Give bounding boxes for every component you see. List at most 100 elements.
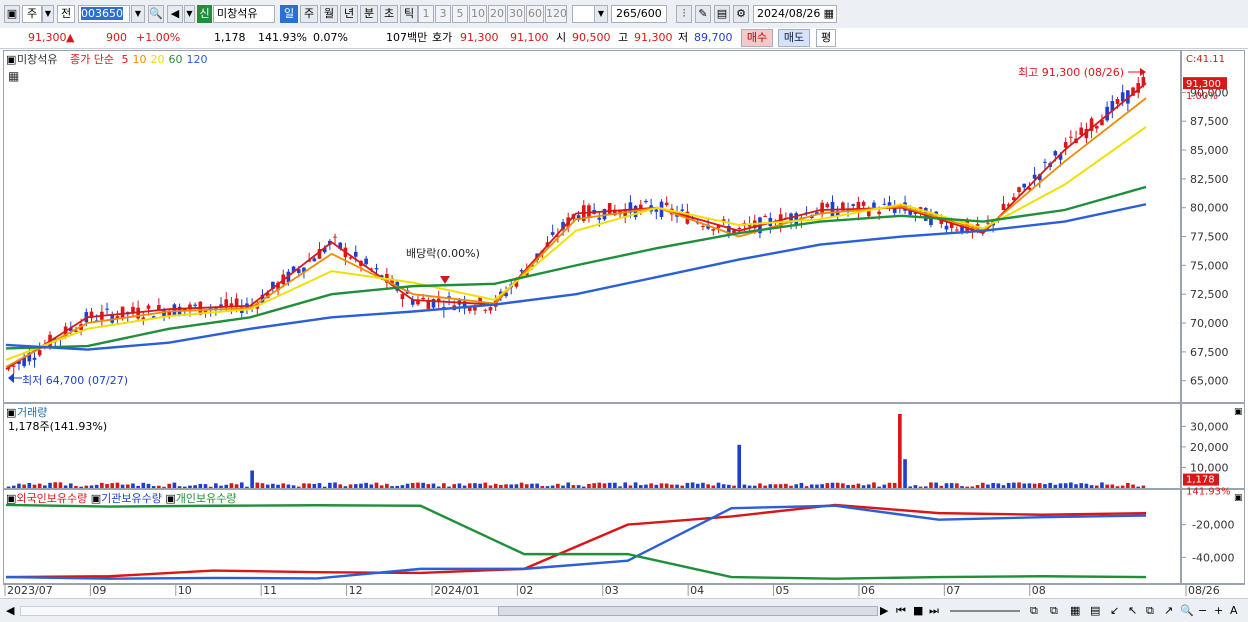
volume-bar — [447, 486, 451, 488]
candle-body — [644, 200, 648, 203]
minus-icon[interactable]: − — [1198, 604, 1207, 617]
volume-bar — [960, 486, 964, 488]
ma-line-60 — [5, 185, 1147, 350]
volume-bar — [400, 485, 405, 488]
candle-body — [1069, 136, 1073, 138]
volume-bar — [695, 483, 700, 488]
volume-bar — [390, 486, 394, 488]
layout-icon[interactable]: ⧉ — [1146, 604, 1154, 617]
volume-bar — [53, 482, 58, 488]
volume-bar — [903, 459, 907, 488]
volume-bar — [203, 484, 208, 488]
volume-bar — [758, 483, 762, 488]
volume-bar — [255, 482, 260, 488]
volume-bar — [193, 485, 197, 488]
volume-bar — [271, 483, 275, 488]
volume-tick-label: 10,000 — [1190, 461, 1229, 474]
x-axis-label: 06 — [861, 584, 875, 597]
volume-bar — [975, 485, 980, 488]
volume-bar — [488, 485, 493, 488]
volume-bar — [1131, 484, 1135, 488]
candle-body — [866, 211, 871, 217]
volume-bar — [918, 486, 923, 488]
candle-body — [353, 251, 358, 257]
volume-bar — [872, 482, 876, 488]
volume-bar — [711, 485, 716, 488]
layout-icon[interactable]: ⧉ — [1030, 604, 1038, 617]
volume-bar — [685, 482, 690, 488]
volume-bar — [908, 486, 913, 488]
candle-body — [120, 306, 125, 318]
grid-icon[interactable]: ▤ — [1090, 604, 1100, 617]
volume-bar — [623, 482, 628, 488]
candle-body — [32, 357, 37, 360]
volume-bar — [1069, 482, 1073, 488]
line-tool-icon[interactable]: ↙ — [1110, 604, 1119, 617]
volume-bar — [561, 485, 565, 488]
volume-bar — [965, 486, 970, 488]
last-icon[interactable]: ⏭ — [929, 604, 939, 617]
candle-body — [664, 202, 669, 206]
volume-bar — [105, 484, 109, 488]
volume-bar — [664, 483, 669, 488]
volume-bar — [157, 485, 161, 488]
arrow-icon[interactable]: ↗ — [1164, 604, 1173, 617]
volume-bar — [234, 484, 239, 488]
zoom-slider[interactable] — [950, 610, 1020, 612]
plus-icon[interactable]: + — [1214, 604, 1223, 617]
candle-body — [851, 204, 856, 206]
volume-bar — [410, 482, 415, 488]
volume-bar — [1063, 483, 1068, 488]
candle-body — [473, 307, 477, 311]
volume-bar — [690, 482, 695, 488]
layout-icon[interactable]: ⧉ — [1050, 604, 1058, 617]
volume-bar — [442, 483, 446, 488]
volume-bar — [110, 483, 115, 488]
volume-bar — [182, 486, 187, 488]
x-axis-label: 10 — [178, 584, 192, 597]
volume-bar — [809, 484, 814, 488]
candle-body — [597, 217, 602, 220]
candle-body — [1001, 203, 1006, 211]
volume-bar — [851, 484, 856, 488]
grid-icon[interactable]: ▦ — [1070, 604, 1080, 617]
candle-body — [37, 350, 42, 356]
volume-bar — [913, 485, 918, 488]
candle-body — [1053, 151, 1058, 156]
volume-bar — [680, 485, 685, 488]
stop-icon[interactable]: ■ — [913, 604, 923, 617]
scrollbar-thumb[interactable] — [498, 606, 878, 616]
volume-bar — [48, 482, 52, 488]
candle-body — [1043, 161, 1047, 163]
text-tool-icon[interactable]: A — [1230, 604, 1238, 617]
candle-body — [794, 213, 799, 224]
volume-bar — [1100, 482, 1104, 488]
candle-body — [825, 203, 830, 208]
volume-bar — [504, 484, 508, 488]
volume-bar — [898, 414, 902, 488]
x-axis-label: 02 — [519, 584, 533, 597]
volume-bar — [861, 485, 866, 488]
price-tick-label: 67,500 — [1190, 346, 1229, 359]
line-tool-icon[interactable]: ↖ — [1128, 604, 1137, 617]
x-axis-label: 04 — [690, 584, 704, 597]
volume-bar — [980, 482, 985, 488]
volume-bar — [364, 482, 368, 488]
x-axis-label: 2023/07 — [7, 584, 53, 597]
candle-body — [944, 225, 949, 230]
volume-bar — [773, 484, 778, 488]
first-icon[interactable]: ⏮ — [896, 604, 906, 617]
volume-bar — [794, 484, 799, 488]
zoom-icon[interactable]: 🔍 — [1180, 604, 1194, 617]
volume-bar — [1126, 482, 1130, 488]
scrollbar-track[interactable] — [20, 606, 500, 616]
volume-bar — [1110, 484, 1115, 488]
volume-bar — [638, 485, 643, 488]
x-axis-label: 07 — [946, 584, 960, 597]
volume-bar — [856, 483, 861, 488]
holders-line-0 — [5, 503, 1147, 579]
volume-bar — [136, 485, 140, 488]
scroll-right-icon[interactable]: ▶ — [880, 604, 888, 617]
scroll-left-icon[interactable]: ◀ — [6, 604, 14, 617]
volume-bar — [338, 484, 343, 488]
